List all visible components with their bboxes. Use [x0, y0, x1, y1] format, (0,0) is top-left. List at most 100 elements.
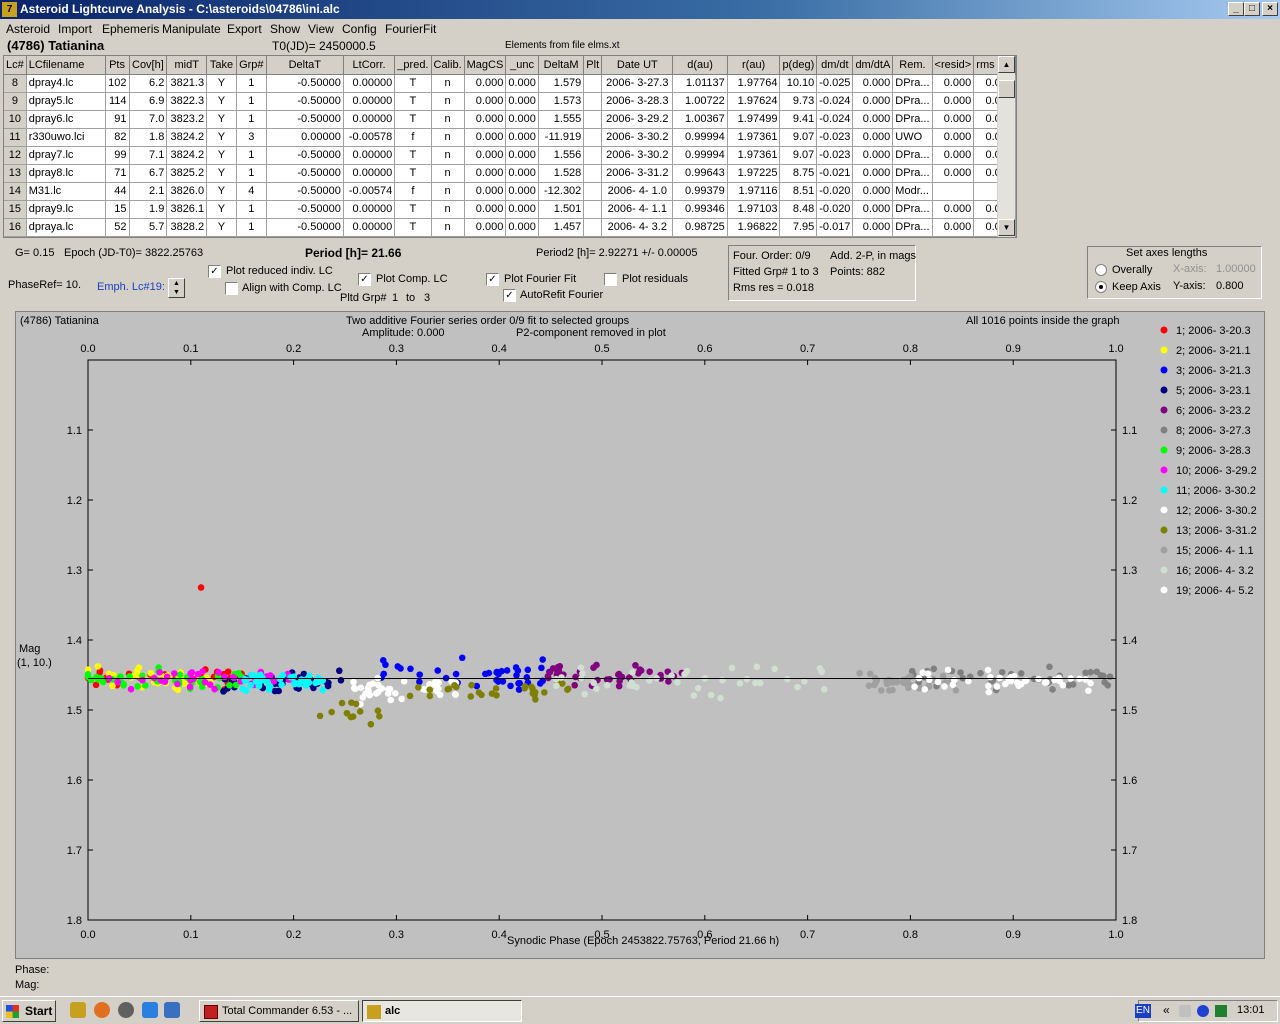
col-header[interactable]: DeltaM [538, 56, 585, 75]
table-cell[interactable]: DPra... [892, 200, 933, 219]
table-cell[interactable]: 3824.2 [166, 146, 208, 165]
menu-asteroid[interactable]: Asteroid [6, 22, 50, 36]
menu-manipulate[interactable]: Manipulate [162, 22, 221, 36]
table-cell[interactable]: 0.000 [852, 164, 894, 183]
table-cell[interactable]: 0.000 [932, 218, 975, 237]
table-cell[interactable]: 0.00000 [343, 146, 396, 165]
phaseref-value[interactable]: PhaseRef= 10. [8, 279, 81, 291]
table-cell[interactable]: -0.017 [816, 218, 854, 237]
row-index-cell[interactable]: 14 [4, 182, 27, 201]
row-index-cell[interactable]: 15 [4, 200, 27, 219]
table-cell[interactable]: n [431, 128, 465, 147]
table-cell[interactable] [583, 146, 603, 165]
table-cell[interactable]: Y [206, 74, 237, 93]
plot-residuals-checkbox[interactable] [604, 273, 617, 286]
col-header[interactable]: _pred. [394, 56, 432, 75]
table-cell[interactable]: 0.000 [932, 74, 975, 93]
col-header[interactable]: Calib. [431, 56, 465, 75]
col-header[interactable]: r(au) [727, 56, 781, 75]
table-cell[interactable]: n [431, 92, 465, 111]
table-cell[interactable]: 0.000 [505, 182, 539, 201]
scroll-thumb[interactable] [998, 80, 1015, 98]
table-cell[interactable]: 1.97103 [727, 200, 781, 219]
table-cell[interactable]: 2006- 3-30.2 [601, 128, 674, 147]
table-cell[interactable]: 0.00000 [343, 218, 396, 237]
table-cell[interactable]: -0.50000 [266, 164, 344, 183]
table-cell[interactable]: T [394, 164, 432, 183]
keep-axis-radio[interactable] [1095, 281, 1107, 293]
table-cell[interactable]: 0.99379 [672, 182, 728, 201]
row-index-cell[interactable]: 12 [4, 146, 27, 165]
table-cell[interactable]: 0.000 [505, 74, 539, 93]
table-cell[interactable]: 0.000 [932, 92, 975, 111]
desktop-icon[interactable] [164, 1002, 180, 1018]
table-cell[interactable]: -0.50000 [266, 146, 344, 165]
pltd-from-value[interactable]: 1 [392, 292, 398, 304]
table-cell[interactable]: -0.023 [816, 146, 854, 165]
autorefit-checkbox[interactable]: ✓ [503, 289, 516, 302]
table-cell[interactable]: 1 [236, 200, 267, 219]
emph-lc-label[interactable]: Emph. Lc#19: [97, 281, 165, 293]
scroll-down-arrow-icon[interactable]: ▼ [998, 219, 1015, 236]
emph-spinner-icon[interactable]: ▲ ▼ [168, 278, 185, 298]
table-cell[interactable]: 0.000 [505, 200, 539, 219]
table-cell[interactable] [932, 182, 975, 201]
table-cell[interactable]: 0.99994 [672, 146, 728, 165]
col-header[interactable]: Take [206, 56, 237, 75]
table-cell[interactable]: 3823.2 [166, 110, 208, 129]
table-cell[interactable]: 0.000 [932, 146, 975, 165]
table-cell[interactable]: Y [206, 92, 237, 111]
row-index-cell[interactable]: 13 [4, 164, 27, 183]
table-cell[interactable]: 0.00000 [343, 92, 396, 111]
pltd-to-value[interactable]: 3 [424, 292, 430, 304]
table-cell[interactable] [583, 218, 603, 237]
table-cell[interactable]: 1.97624 [727, 92, 781, 111]
table-cell[interactable]: 1.555 [538, 110, 585, 129]
table-cell[interactable]: T [394, 74, 432, 93]
table-cell[interactable]: DPra... [892, 110, 933, 129]
row-index-cell[interactable]: 9 [4, 92, 27, 111]
col-header[interactable]: Cov[h] [129, 56, 168, 75]
table-cell[interactable]: 71 [105, 164, 130, 183]
table-cell[interactable]: 0.98725 [672, 218, 728, 237]
table-cell[interactable]: 3821.3 [166, 74, 208, 93]
table-cell[interactable]: 0.000 [464, 182, 507, 201]
menu-view[interactable]: View [308, 22, 334, 36]
table-cell[interactable]: 1 [236, 218, 267, 237]
tray-expand-icon[interactable]: « [1163, 1003, 1170, 1017]
menu-import[interactable]: Import [58, 22, 92, 36]
plot-canvas[interactable]: 0.00.00.10.10.20.20.30.30.40.40.50.50.60… [16, 312, 1264, 958]
table-cell[interactable]: -0.021 [816, 164, 854, 183]
y-axis-value[interactable]: 0.800 [1216, 280, 1244, 292]
table-cell[interactable]: 0.000 [505, 92, 539, 111]
col-header[interactable]: Date UT [601, 56, 674, 75]
table-cell[interactable]: 2006- 4- 1.1 [601, 200, 674, 219]
col-header[interactable]: p(deg) [779, 56, 818, 75]
table-cell[interactable]: dpray9.lc [26, 200, 106, 219]
align-comp-checkbox[interactable] [225, 282, 238, 295]
table-cell[interactable]: n [431, 182, 465, 201]
table-cell[interactable]: 6.2 [129, 74, 168, 93]
table-cell[interactable]: 0.000 [464, 164, 507, 183]
table-cell[interactable]: 1.8 [129, 128, 168, 147]
table-cell[interactable]: Y [206, 146, 237, 165]
table-cell[interactable]: 0.000 [505, 146, 539, 165]
col-header[interactable]: d(au) [672, 56, 728, 75]
table-cell[interactable]: 102 [105, 74, 130, 93]
scroll-up-arrow-icon[interactable]: ▲ [998, 56, 1015, 73]
table-cell[interactable]: 0.000 [932, 164, 975, 183]
table-cell[interactable]: n [431, 200, 465, 219]
table-cell[interactable]: 0.00000 [343, 200, 396, 219]
table-row[interactable]: 8 dpray4.lc 102 6.2 3821.3 Y 1 -0.50000 0.00000 T… [4, 74, 1016, 93]
table-cell[interactable]: 10.10 [779, 74, 818, 93]
table-cell[interactable]: Y [206, 128, 237, 147]
table-cell[interactable]: 2006- 3-31.2 [601, 164, 674, 183]
ie-icon[interactable] [142, 1002, 158, 1018]
col-header[interactable]: Rem. [892, 56, 933, 75]
table-cell[interactable]: 0.000 [464, 218, 507, 237]
table-cell[interactable]: 1.96822 [727, 218, 781, 237]
table-cell[interactable]: 3 [236, 128, 267, 147]
lightcurve-plot[interactable]: 0.0 0.0 0.1 0.1 0.2 0.2 0.3 0.3 0.4 0.4 0.5 0.5 0.6 0… [15, 311, 1265, 959]
table-cell[interactable]: n [431, 110, 465, 129]
table-cell[interactable]: 0.00000 [266, 128, 344, 147]
